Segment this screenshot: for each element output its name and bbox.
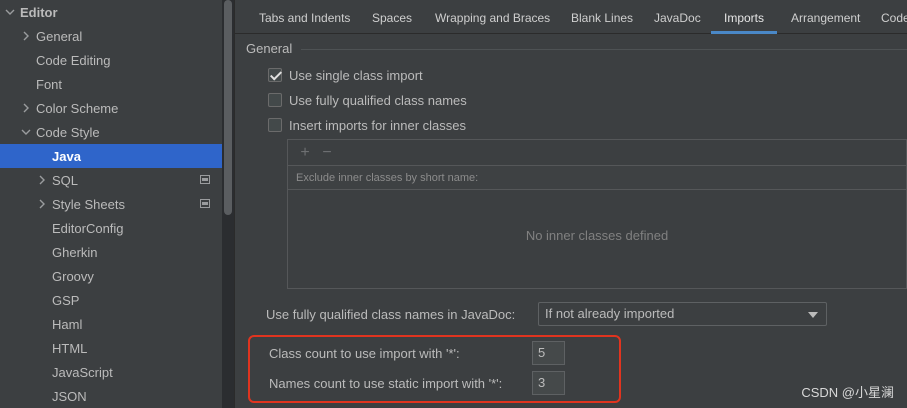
sidebar-item-label: Code Editing	[36, 52, 111, 68]
section-divider	[301, 49, 907, 50]
sidebar-item-label: HTML	[52, 340, 88, 356]
scheme-scope-icon	[200, 199, 210, 208]
use-fully-qualified-checkbox[interactable]	[268, 93, 282, 107]
sidebar-item-general[interactable]: General	[0, 24, 222, 48]
sidebar-item-gsp[interactable]: GSP	[0, 288, 222, 312]
tab-javadoc[interactable]: JavaDoc	[654, 0, 701, 34]
sidebar-item-javascript[interactable]: JavaScript	[0, 360, 222, 384]
javadoc-select-value: If not already imported	[545, 306, 675, 321]
plus-icon[interactable]: +	[294, 144, 316, 162]
sidebar-item-label: JavaScript	[52, 364, 113, 380]
tab-spaces[interactable]: Spaces	[372, 0, 412, 34]
tab-imports[interactable]: Imports	[710, 0, 778, 34]
tab-arrangement[interactable]: Arrangement	[791, 0, 860, 34]
sidebar-item-label: Code Style	[36, 124, 100, 140]
chevron-right-icon[interactable]	[20, 30, 32, 42]
tab-wrapping-and-braces[interactable]: Wrapping and Braces	[435, 0, 550, 34]
insert-imports-inner-row[interactable]: Insert imports for inner classes	[268, 115, 466, 135]
sidebar-item-editor[interactable]: Editor	[0, 0, 222, 24]
sidebar-item-color-scheme[interactable]: Color Scheme	[0, 96, 222, 120]
sidebar-item-label: EditorConfig	[52, 220, 124, 236]
sidebar-item-font[interactable]: Font	[0, 72, 222, 96]
sidebar-item-label: Haml	[52, 316, 83, 332]
javadoc-select[interactable]: If not already imported	[538, 302, 827, 326]
code-style-panel: Tabs and Indents Spaces Wrapping and Bra…	[235, 0, 907, 408]
chevron-down-icon[interactable]	[4, 6, 16, 18]
sidebar-item-json[interactable]: JSON	[0, 384, 222, 408]
sidebar-item-label: General	[36, 28, 83, 44]
sidebar-item-gherkin[interactable]: Gherkin	[0, 240, 222, 264]
insert-imports-inner-label[interactable]: Insert imports for inner classes	[289, 118, 466, 133]
sidebar-item-label: Groovy	[52, 268, 94, 284]
scheme-scope-icon	[200, 175, 210, 184]
chevron-right-icon[interactable]	[36, 198, 48, 210]
watermark: CSDN @小星澜	[801, 385, 894, 400]
use-single-class-import-row[interactable]: Use single class import	[268, 65, 423, 85]
sidebar-item-code-style[interactable]: Code Style	[0, 120, 222, 144]
sidebar-item-label: Font	[36, 76, 63, 92]
settings-sidebar: Editor General Code Editing Font Color Schem…	[0, 0, 222, 408]
sidebar-scrollbar[interactable]	[224, 0, 232, 215]
use-single-class-import-checkbox[interactable]	[268, 68, 282, 82]
minus-icon[interactable]: −	[316, 144, 338, 162]
inner-classes-empty-text: No inner classes defined	[525, 228, 669, 243]
sidebar-item-haml[interactable]: Haml	[0, 312, 222, 336]
sidebar-item-code-editing[interactable]: Code Editing	[0, 48, 222, 72]
inner-classes-header: Exclude inner classes by short name:	[288, 166, 906, 190]
use-fully-qualified-row[interactable]: Use fully qualified class names	[268, 90, 467, 110]
section-title-general: General	[246, 41, 293, 56]
sidebar-item-label: Gherkin	[52, 244, 98, 260]
tab-bar: Tabs and Indents Spaces Wrapping and Bra…	[235, 0, 907, 34]
use-fully-qualified-label[interactable]: Use fully qualified class names	[289, 93, 467, 108]
tab-code-generation[interactable]: Code	[881, 0, 907, 34]
chevron-down-icon[interactable]	[808, 312, 818, 318]
insert-imports-inner-checkbox[interactable]	[268, 118, 282, 132]
sidebar-item-label: Color Scheme	[36, 100, 119, 116]
sidebar-item-label: JSON	[52, 388, 87, 404]
sidebar-item-style-sheets[interactable]: Style Sheets	[0, 192, 222, 216]
sidebar-item-label: SQL	[52, 172, 79, 188]
sidebar-item-java[interactable]: Java	[0, 144, 222, 168]
sidebar-item-editorconfig[interactable]: EditorConfig	[0, 216, 222, 240]
javadoc-label: Use fully qualified class names in JavaD…	[266, 307, 516, 322]
tab-blank-lines[interactable]: Blank Lines	[571, 0, 633, 34]
sidebar-item-label: Style Sheets	[52, 196, 125, 212]
chevron-right-icon[interactable]	[20, 102, 32, 114]
sidebar-item-label: GSP	[52, 292, 80, 308]
annotation-highlight-box	[248, 335, 621, 403]
sidebar-item-html[interactable]: HTML	[0, 336, 222, 360]
chevron-down-icon[interactable]	[20, 126, 32, 138]
chevron-right-icon[interactable]	[36, 174, 48, 186]
inner-classes-panel: + − Exclude inner classes by short name:…	[287, 139, 907, 289]
use-single-class-import-label[interactable]: Use single class import	[289, 68, 423, 83]
inner-classes-toolbar: + −	[288, 140, 906, 166]
sidebar-item-sql[interactable]: SQL	[0, 168, 222, 192]
sidebar-item-label: Editor	[20, 4, 58, 20]
sidebar-item-label: Java	[52, 148, 81, 164]
sidebar-item-groovy[interactable]: Groovy	[0, 264, 222, 288]
tab-tabs-and-indents[interactable]: Tabs and Indents	[259, 0, 350, 34]
